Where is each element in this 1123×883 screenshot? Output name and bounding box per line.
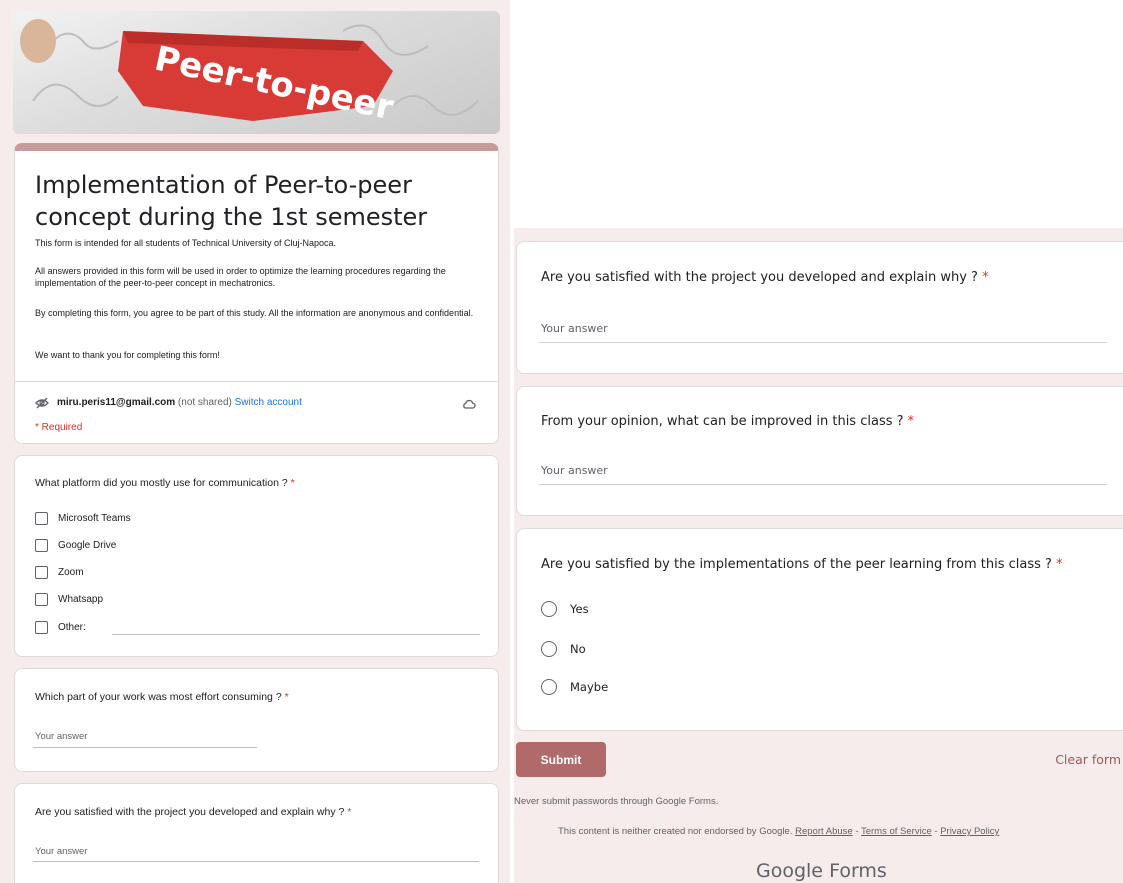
form-header-card: Implementation of Peer-to-peer concept d… xyxy=(14,143,499,444)
checkbox-option-whatsapp[interactable]: Whatsapp xyxy=(35,593,103,606)
answer-underline xyxy=(539,342,1107,343)
privacy-policy-link[interactable]: Privacy Policy xyxy=(940,826,999,837)
option-label: Maybe xyxy=(570,680,609,694)
answer-underline xyxy=(33,861,479,862)
required-asterisk: * xyxy=(290,477,295,489)
option-label: Zoom xyxy=(58,567,84,578)
question-text: Are you satisfied with the project you d… xyxy=(35,806,345,818)
question-label: Are you satisfied with the project you d… xyxy=(35,806,351,818)
disclaimer-text: This content is neither created nor endo… xyxy=(558,826,793,837)
question-label: From your opinion, what can be improved … xyxy=(541,414,914,429)
checkbox-option-google-drive[interactable]: Google Drive xyxy=(35,539,116,552)
right-form-screenshot: Are you satisfied with the project you d… xyxy=(514,228,1123,883)
answer-input[interactable]: Your answer xyxy=(35,731,87,742)
option-label: Microsoft Teams xyxy=(58,513,131,524)
not-shared-eye-off-icon xyxy=(35,397,49,409)
answer-input[interactable]: Your answer xyxy=(35,846,87,857)
clear-form-button[interactable]: Clear form xyxy=(1055,752,1121,767)
required-asterisk: * xyxy=(982,270,989,285)
question-text: Are you satisfied by the implementations… xyxy=(541,557,1052,572)
radio-option-maybe[interactable]: Maybe xyxy=(541,679,608,695)
puzzle-banner-graphic: Peer-to-peer xyxy=(20,19,479,128)
terms-of-service-link[interactable]: Terms of Service xyxy=(861,826,932,837)
answer-input[interactable]: Your answer xyxy=(541,322,608,335)
question-text: Which part of your work was most effort … xyxy=(35,691,282,703)
disclaimer-line: This content is neither created nor endo… xyxy=(558,826,999,837)
checkbox[interactable] xyxy=(35,593,48,606)
form-title: Implementation of Peer-to-peer concept d… xyxy=(35,171,428,231)
header-banner-image: Peer-to-peer xyxy=(13,11,500,134)
option-label: No xyxy=(570,642,586,656)
logo-forms: Forms xyxy=(829,860,887,882)
checkbox-option-other[interactable]: Other: xyxy=(35,621,86,634)
submit-button[interactable]: Submit xyxy=(516,742,606,777)
option-label: Other: xyxy=(58,622,86,633)
question-card-project: Are you satisfied with the project you d… xyxy=(14,783,499,883)
option-label: Yes xyxy=(570,602,589,616)
question-text: From your opinion, what can be improved … xyxy=(541,414,904,429)
checkbox-option-zoom[interactable]: Zoom xyxy=(35,566,84,579)
switch-account-link[interactable]: Switch account xyxy=(235,397,302,408)
question-label: Are you satisfied by the implementations… xyxy=(541,557,1063,572)
form-description-consent: By completing this form, you agree to be… xyxy=(35,308,474,318)
required-asterisk: * xyxy=(907,414,915,429)
radio-option-no[interactable]: No xyxy=(541,641,586,657)
required-asterisk: * xyxy=(1056,557,1063,572)
question-card-peer-learning: Are you satisfied by the implementations… xyxy=(516,528,1123,731)
option-label: Google Drive xyxy=(58,540,117,551)
report-abuse-link[interactable]: Report Abuse xyxy=(795,826,853,837)
question-card-project: Are you satisfied with the project you d… xyxy=(516,241,1123,374)
question-label: Which part of your work was most effort … xyxy=(35,691,289,703)
required-note: * Required xyxy=(35,422,83,433)
google-forms-logo[interactable]: Google Forms xyxy=(756,860,887,882)
checkbox[interactable] xyxy=(35,539,48,552)
required-asterisk: * xyxy=(284,691,289,703)
separator: - xyxy=(852,826,861,837)
answer-underline xyxy=(33,747,257,748)
question-label: Are you satisfied with the project you d… xyxy=(541,270,989,285)
radio-option-yes[interactable]: Yes xyxy=(541,601,589,617)
option-label: Whatsapp xyxy=(58,594,104,605)
password-warning: Never submit passwords through Google Fo… xyxy=(514,796,719,807)
checkbox[interactable] xyxy=(35,621,48,634)
question-label: What platform did you mostly use for com… xyxy=(35,477,295,489)
separator: - xyxy=(931,826,941,837)
question-text: Are you satisfied with the project you d… xyxy=(541,270,978,285)
answer-underline xyxy=(539,484,1107,485)
logo-google: Google xyxy=(756,860,824,882)
question-card-platform: What platform did you mostly use for com… xyxy=(14,455,499,657)
radio-button[interactable] xyxy=(541,641,557,657)
form-description-thanks: We want to thank you for completing this… xyxy=(35,350,220,360)
question-text: What platform did you mostly use for com… xyxy=(35,477,288,489)
cloud-save-icon xyxy=(463,399,476,409)
checkbox[interactable] xyxy=(35,566,48,579)
answer-input[interactable]: Your answer xyxy=(541,464,608,477)
form-description-purpose: All answers provided in this form will b… xyxy=(35,266,446,288)
required-asterisk: * xyxy=(347,806,352,818)
account-divider xyxy=(15,381,498,382)
question-card-improvement: From your opinion, what can be improved … xyxy=(516,386,1123,516)
not-shared-label: (not shared) xyxy=(177,397,232,408)
radio-button[interactable] xyxy=(541,679,557,695)
other-text-input[interactable] xyxy=(112,634,480,635)
form-description-intro: This form is intended for all students o… xyxy=(35,238,336,248)
question-card-effort: Which part of your work was most effort … xyxy=(14,668,499,772)
checkbox-option-microsoft-teams[interactable]: Microsoft Teams xyxy=(35,512,131,525)
account-email: miru.peris11@gmail.com xyxy=(57,397,176,408)
checkbox[interactable] xyxy=(35,512,48,525)
account-info: miru.peris11@gmail.com (not shared) Swit… xyxy=(57,397,302,408)
radio-button[interactable] xyxy=(541,601,557,617)
left-form-screenshot: Peer-to-peer Implementation of Peer-to-p… xyxy=(0,0,510,883)
